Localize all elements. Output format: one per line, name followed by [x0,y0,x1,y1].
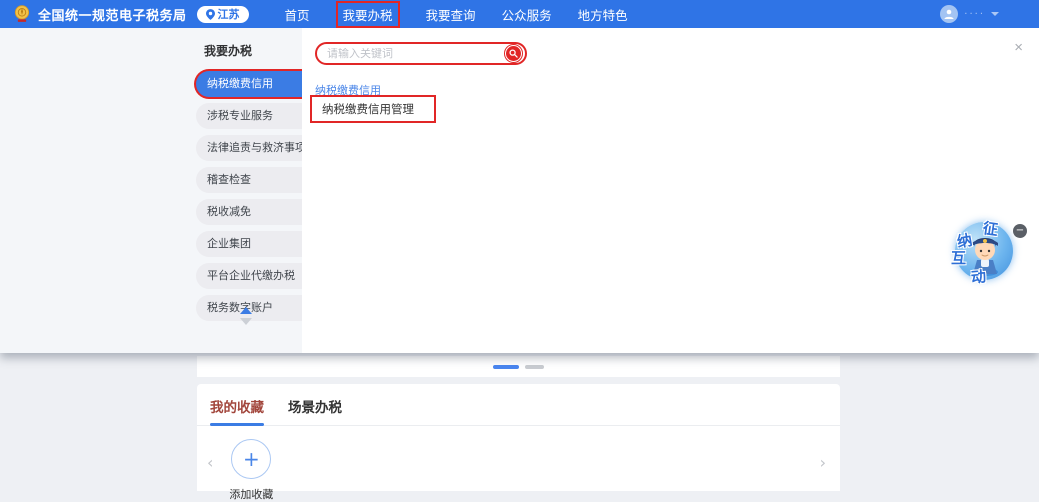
mega-menu-sidebar: 我要办税 纳税缴费信用 涉税专业服务 法律追责与救济事项 稽查检查 税收减免 企… [190,28,302,353]
scroll-up-icon[interactable] [240,307,252,314]
mega-menu-panel: 纳税缴费信用 纳税缴费信用管理 × 征 纳 互 动 − [302,28,1039,353]
menu-link-tax-credit-management[interactable]: 纳税缴费信用管理 [310,95,436,123]
favorites-card: 我的收藏 场景办税 ‹ + 添加收藏 › [197,384,840,491]
region-label: 江苏 [218,6,240,22]
user-menu[interactable]: ···· [940,5,999,23]
sidebar-section-title: 我要办税 [190,38,302,71]
search-button[interactable] [506,46,521,61]
close-icon[interactable]: × [1014,40,1023,55]
site-title: 全国统一规范电子税务局 [38,5,187,24]
nav-home[interactable]: 首页 [285,5,310,24]
sidebar-scroll-arrows [240,307,252,325]
nav-i-want-to-query[interactable]: 我要查询 [426,5,476,24]
tax-mega-menu: 我要办税 纳税缴费信用 涉税专业服务 法律追责与救济事项 稽查检查 税收减免 企… [0,28,1039,353]
top-nav-bar: 全国统一规范电子税务局 江苏 首页 我要办税 我要查询 公众服务 地方特色 ··… [0,0,1039,28]
user-avatar-icon [940,5,958,23]
add-favorite-circle: + [231,439,271,479]
keyword-search-input[interactable] [327,48,500,60]
sidebar-item-legal-liability-remedies[interactable]: 法律追责与救济事项 [196,135,302,161]
sidebar-item-enterprise-group[interactable]: 企业集团 [196,231,302,257]
prev-arrow-icon[interactable]: ‹ [207,455,213,471]
brand[interactable]: 全国统一规范电子税务局 江苏 [12,4,249,24]
menu-link-label: 纳税缴费信用管理 [322,101,414,117]
carousel-indicator-active[interactable] [493,365,519,369]
tab-my-favorites[interactable]: 我的收藏 [210,396,264,425]
overlay-left-spacer [0,28,190,353]
nav-local-features[interactable]: 地方特色 [578,5,628,24]
plus-icon: + [243,449,260,469]
region-selector[interactable]: 江苏 [197,6,249,23]
user-name-masked: ···· [964,9,985,20]
mascot-char-zheng: 征 [982,217,1000,240]
scroll-down-icon[interactable] [240,318,252,325]
carousel-indicator[interactable] [525,365,544,369]
sidebar-item-audit-inspection[interactable]: 稽查检查 [196,167,302,193]
favorites-tabs: 我的收藏 场景办税 [197,384,840,426]
carousel-strip [197,356,840,377]
mascot-char-hu: 互 [951,247,966,268]
nav-public-services[interactable]: 公众服务 [502,5,552,24]
sidebar-item-tax-professional-services[interactable]: 涉税专业服务 [196,103,302,129]
keyword-search-box [315,42,527,65]
add-favorite-button[interactable]: + 添加收藏 [229,439,273,502]
location-pin-icon [206,9,215,20]
next-arrow-icon[interactable]: › [820,455,826,471]
sidebar-item-platform-enterprise-agent[interactable]: 平台企业代缴办税 [196,263,302,289]
nav-i-want-to-handle-tax[interactable]: 我要办税 [336,1,400,28]
main-nav: 首页 我要办税 我要查询 公众服务 地方特色 [285,1,628,28]
mascot-char-dong: 动 [970,265,987,287]
tab-scenario-tax[interactable]: 场景办税 [288,396,342,425]
minimize-icon[interactable]: − [1013,224,1027,238]
chevron-down-icon [991,12,999,16]
add-favorite-label: 添加收藏 [229,486,273,502]
search-button-annotation-ring [504,44,523,63]
tax-interaction-mascot[interactable]: 征 纳 互 动 [947,218,1011,282]
sidebar-item-tax-reduction[interactable]: 税收减免 [196,199,302,225]
sidebar-item-tax-payment-credit[interactable]: 纳税缴费信用 [196,71,302,97]
tax-bureau-logo-icon [12,4,32,24]
search-icon [509,49,518,58]
